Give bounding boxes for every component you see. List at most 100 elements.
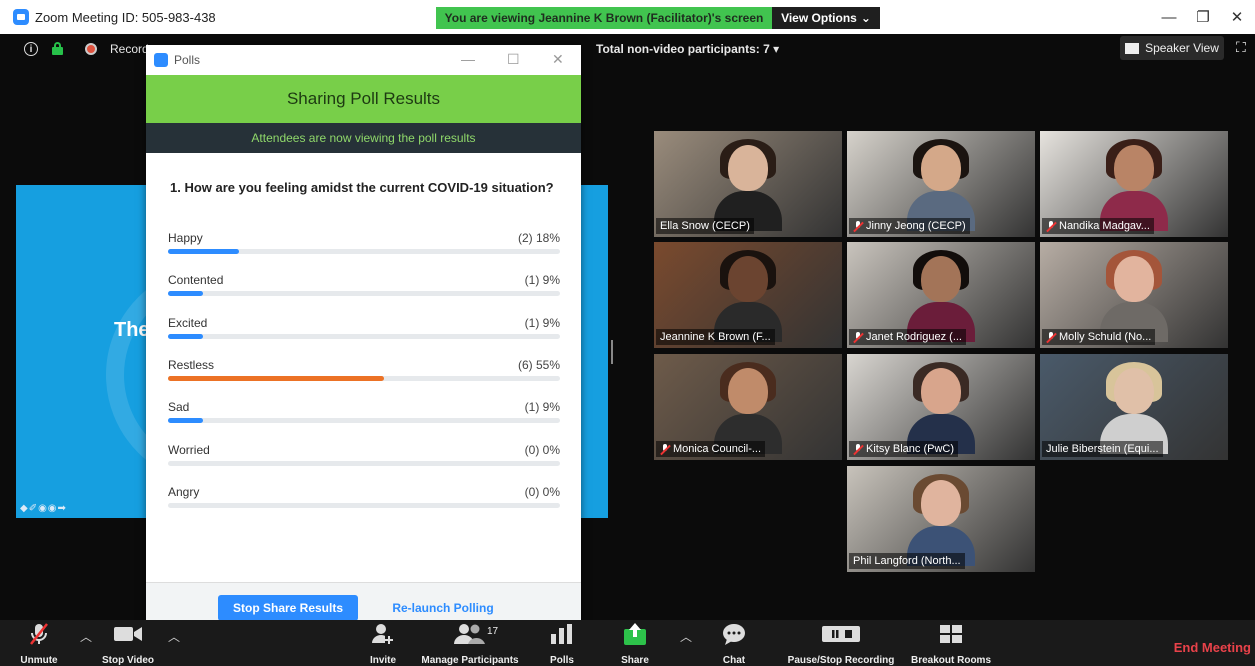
close-button[interactable]: ✕ — [1222, 6, 1252, 28]
poll-answer-track — [168, 461, 560, 466]
breakout-rooms-button[interactable]: Breakout Rooms — [906, 620, 996, 666]
participant-name-tag: Jinny Jeong (CECP) — [849, 218, 970, 234]
stop-video-label: Stop Video — [101, 655, 155, 666]
window-titlebar: Zoom Meeting ID: 505-983-438 You are vie… — [0, 0, 1255, 34]
restore-button[interactable]: ❐ — [1188, 6, 1218, 28]
participant-video-tile[interactable]: Phil Langford (North... — [847, 466, 1035, 572]
poll-answer-bar — [168, 376, 384, 381]
polls-close-button[interactable]: ✕ — [552, 51, 564, 68]
poll-answer-row: Happy (2) 18% — [168, 231, 560, 261]
participant-video-tile[interactable]: Molly Schuld (No... — [1040, 242, 1228, 348]
participant-video-tile[interactable]: Jeannine K Brown (F... — [654, 242, 842, 348]
annotation-controls-icon[interactable]: ◆✐◉◉➡ — [20, 503, 67, 514]
pause-stop-recording-button[interactable]: Pause/Stop Recording — [778, 620, 904, 666]
stop-share-results-button[interactable]: Stop Share Results — [218, 595, 358, 621]
participant-avatar — [907, 250, 975, 342]
participant-video-tile[interactable]: Ella Snow (CECP) — [654, 131, 842, 237]
polls-maximize-button[interactable]: ☐ — [507, 51, 520, 68]
splitter-handle[interactable] — [611, 340, 613, 364]
polls-button[interactable]: Polls — [540, 620, 584, 666]
participant-video-tile[interactable]: Julie Biberstein (Equi... — [1040, 354, 1228, 460]
zoom-app-icon — [13, 9, 29, 25]
participant-avatar — [714, 139, 782, 231]
participant-name-tag: Jeannine K Brown (F... — [656, 329, 775, 345]
participant-avatar — [1100, 250, 1168, 342]
invite-person-icon — [372, 620, 394, 647]
fullscreen-icon[interactable]: ⛶ — [1236, 40, 1250, 54]
polls-minimize-button[interactable]: — — [461, 51, 475, 67]
manage-participants-button[interactable]: Manage Participants — [414, 620, 526, 666]
participant-name: Nandika Madgav... — [1059, 220, 1150, 232]
participant-count: 17 — [487, 626, 499, 637]
poll-answer-result: (1) 9% — [524, 273, 560, 287]
minimize-button[interactable]: — — [1154, 6, 1184, 28]
poll-answer-result: (1) 9% — [524, 400, 560, 414]
manage-participants-label: Manage Participants — [421, 655, 519, 666]
lock-icon[interactable] — [52, 42, 63, 55]
poll-answer-label: Worried — [168, 443, 210, 457]
invite-label: Invite — [369, 655, 397, 666]
participant-video-tile[interactable]: Monica Council-... — [654, 354, 842, 460]
muted-microphone-icon — [853, 331, 863, 343]
chat-label: Chat — [722, 655, 746, 666]
poll-answer-result: (1) 9% — [524, 316, 560, 330]
record-icon — [85, 43, 97, 55]
zoom-meeting-window: Zoom Meeting ID: 505-983-438 You are vie… — [0, 0, 1255, 666]
poll-answer-bar — [168, 418, 204, 423]
poll-answer-label: Excited — [168, 316, 208, 330]
participant-name-tag: Phil Langford (North... — [849, 553, 965, 569]
share-screen-icon — [623, 620, 647, 647]
participant-video-tile[interactable]: Janet Rodriguez (... — [847, 242, 1035, 348]
breakout-rooms-icon — [940, 620, 962, 647]
speaker-view-button[interactable]: Speaker View — [1120, 36, 1224, 60]
poll-answer-row: Contented (1) 9% — [168, 273, 560, 303]
invite-button[interactable]: Invite — [360, 620, 406, 666]
poll-answer-bar — [168, 249, 239, 254]
slide-text: The — [114, 319, 150, 341]
poll-answer-row: Worried (0) 0% — [168, 443, 560, 473]
participant-name-tag: Molly Schuld (No... — [1042, 329, 1156, 345]
share-button[interactable]: Share — [612, 620, 658, 666]
poll-subheading: Attendees are now viewing the poll resul… — [146, 123, 581, 153]
poll-answer-row: Sad (1) 9% — [168, 400, 560, 430]
chat-button[interactable]: Chat — [714, 620, 754, 666]
chat-bubble-icon — [722, 620, 746, 647]
share-options-caret-icon[interactable]: ︿ — [680, 628, 692, 645]
view-options-button[interactable]: View Options ⌄ — [772, 7, 880, 29]
participant-avatar — [907, 139, 975, 231]
chevron-down-icon: ⌄ — [860, 11, 871, 25]
participant-video-tile[interactable]: Nandika Madgav... — [1040, 131, 1228, 237]
stop-video-button[interactable]: Stop Video — [96, 620, 160, 666]
participant-name: Monica Council-... — [673, 443, 762, 455]
muted-microphone-icon — [660, 443, 670, 455]
muted-microphone-icon — [853, 220, 863, 232]
participant-name: Kitsy Blanc (PwC) — [866, 443, 955, 455]
share-label: Share — [621, 655, 649, 666]
non-video-participants[interactable]: Total non-video participants: 7 ▾ — [596, 42, 779, 56]
participant-video-tile[interactable]: Kitsy Blanc (PwC) — [847, 354, 1035, 460]
polls-window-title: Polls — [174, 53, 201, 67]
polls-label: Polls — [550, 655, 574, 666]
audio-options-caret-icon[interactable]: ︿ — [80, 628, 92, 645]
participant-name: Phil Langford (North... — [853, 555, 961, 567]
video-options-caret-icon[interactable]: ︿ — [168, 628, 180, 645]
participant-video-tile[interactable]: Jinny Jeong (CECP) — [847, 131, 1035, 237]
relaunch-polling-button[interactable]: Re-launch Polling — [378, 595, 508, 621]
participant-avatar — [1100, 139, 1168, 231]
muted-microphone-icon — [1046, 220, 1056, 232]
poll-answer-row: Angry (0) 0% — [168, 485, 560, 515]
poll-answer-result: (0) 0% — [524, 485, 560, 499]
participant-name-tag: Ella Snow (CECP) — [656, 218, 754, 234]
info-icon[interactable]: i — [24, 42, 38, 56]
window-title: Zoom Meeting ID: 505-983-438 — [35, 9, 216, 25]
muted-microphone-icon — [853, 443, 863, 455]
unmute-button[interactable]: Unmute — [18, 620, 60, 666]
poll-answer-track — [168, 418, 560, 423]
zoom-app-icon — [154, 53, 168, 67]
meeting-toolbar: Unmute ︿ Stop Video ︿ Invite Manage Part… — [0, 620, 1255, 666]
poll-answer-track — [168, 334, 560, 339]
end-meeting-button[interactable]: End Meeting — [1174, 640, 1251, 655]
participant-name-tag: Janet Rodriguez (... — [849, 329, 966, 345]
breakout-rooms-label: Breakout Rooms — [910, 655, 991, 666]
poll-answer-label: Restless — [168, 358, 215, 372]
